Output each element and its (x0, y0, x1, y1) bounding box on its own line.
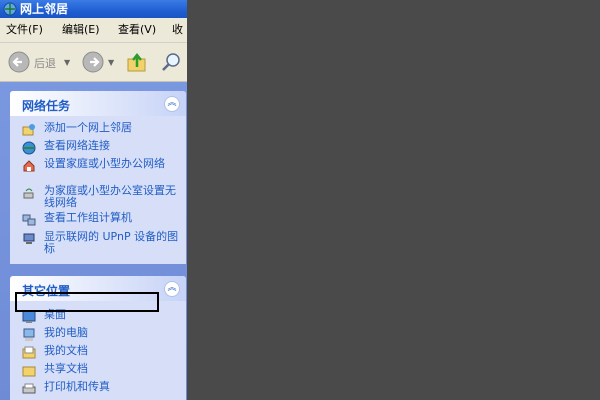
window-title: 网上邻居 (20, 2, 69, 16)
menu-view[interactable]: 查看(V) (118, 23, 156, 37)
toolbar: 后退 ▼ ▼ (0, 43, 187, 82)
collapse-chevron-icon[interactable]: ︽ (164, 96, 180, 112)
home-network-icon (23, 160, 35, 172)
task-label: 查看网络连接 (44, 139, 110, 152)
menu-bar: 文件(F) 编辑(E) 查看(V) 收 (0, 18, 187, 43)
back-label[interactable]: 后退 (34, 55, 56, 71)
add-network-place-icon (22, 124, 35, 136)
desktop-icon (22, 310, 36, 323)
wireless-network-icon (23, 188, 34, 199)
my-documents-icon (22, 346, 36, 359)
network-tasks-header[interactable]: 网络任务 ︽ (10, 91, 186, 116)
upnp-devices-icon (23, 233, 35, 244)
printers-fax-icon (22, 383, 36, 394)
network-tasks-title: 网络任务 (22, 99, 71, 113)
task-label: 设置家庭或小型办公网络 (44, 157, 165, 170)
forward-dropdown-icon[interactable]: ▼ (108, 58, 114, 67)
search-icon[interactable] (160, 51, 182, 73)
network-tasks-panel: 网络任务 ︽ 添加一个网上邻居 查看网络连接 设置家庭或小型办公网络 为家庭或小… (10, 91, 186, 264)
network-places-icon (3, 2, 17, 16)
network-connections-icon (22, 141, 36, 155)
task-label: 查看工作组计算机 (44, 211, 132, 224)
menu-file[interactable]: 文件(F) (6, 23, 43, 37)
forward-button[interactable] (82, 51, 104, 73)
task-pane: 网络任务 ︽ 添加一个网上邻居 查看网络连接 设置家庭或小型办公网络 为家庭或小… (0, 82, 187, 400)
title-bar: 网上邻居 (0, 0, 187, 18)
forward-arrow-icon (82, 51, 104, 73)
place-label: 打印机和传真 (44, 380, 110, 393)
collapse-chevron-icon[interactable]: ︽ (164, 281, 180, 297)
back-arrow-icon (8, 51, 30, 73)
my-computer-icon (23, 328, 35, 341)
up-folder-icon[interactable] (126, 51, 148, 73)
highlight-box (15, 292, 159, 312)
back-button[interactable] (8, 51, 30, 73)
explorer-window: 网上邻居 文件(F) 编辑(E) 查看(V) 收 后退 ▼ ▼ 网络任务 ︽ 添… (0, 0, 187, 400)
workgroup-computers-icon (22, 214, 36, 226)
task-label: 显示联网的 UPnP 设备的图标 (44, 230, 179, 255)
shared-documents-icon (22, 366, 36, 377)
place-label: 我的文档 (44, 344, 88, 357)
task-label: 为家庭或小型办公室设置无线网络 (44, 184, 176, 209)
task-label: 添加一个网上邻居 (44, 121, 132, 134)
menu-edit[interactable]: 编辑(E) (62, 23, 100, 37)
place-label: 共享文档 (44, 362, 88, 375)
menu-favorites[interactable]: 收 (172, 23, 183, 37)
back-dropdown-icon[interactable]: ▼ (64, 58, 70, 67)
place-label: 我的电脑 (44, 326, 88, 339)
